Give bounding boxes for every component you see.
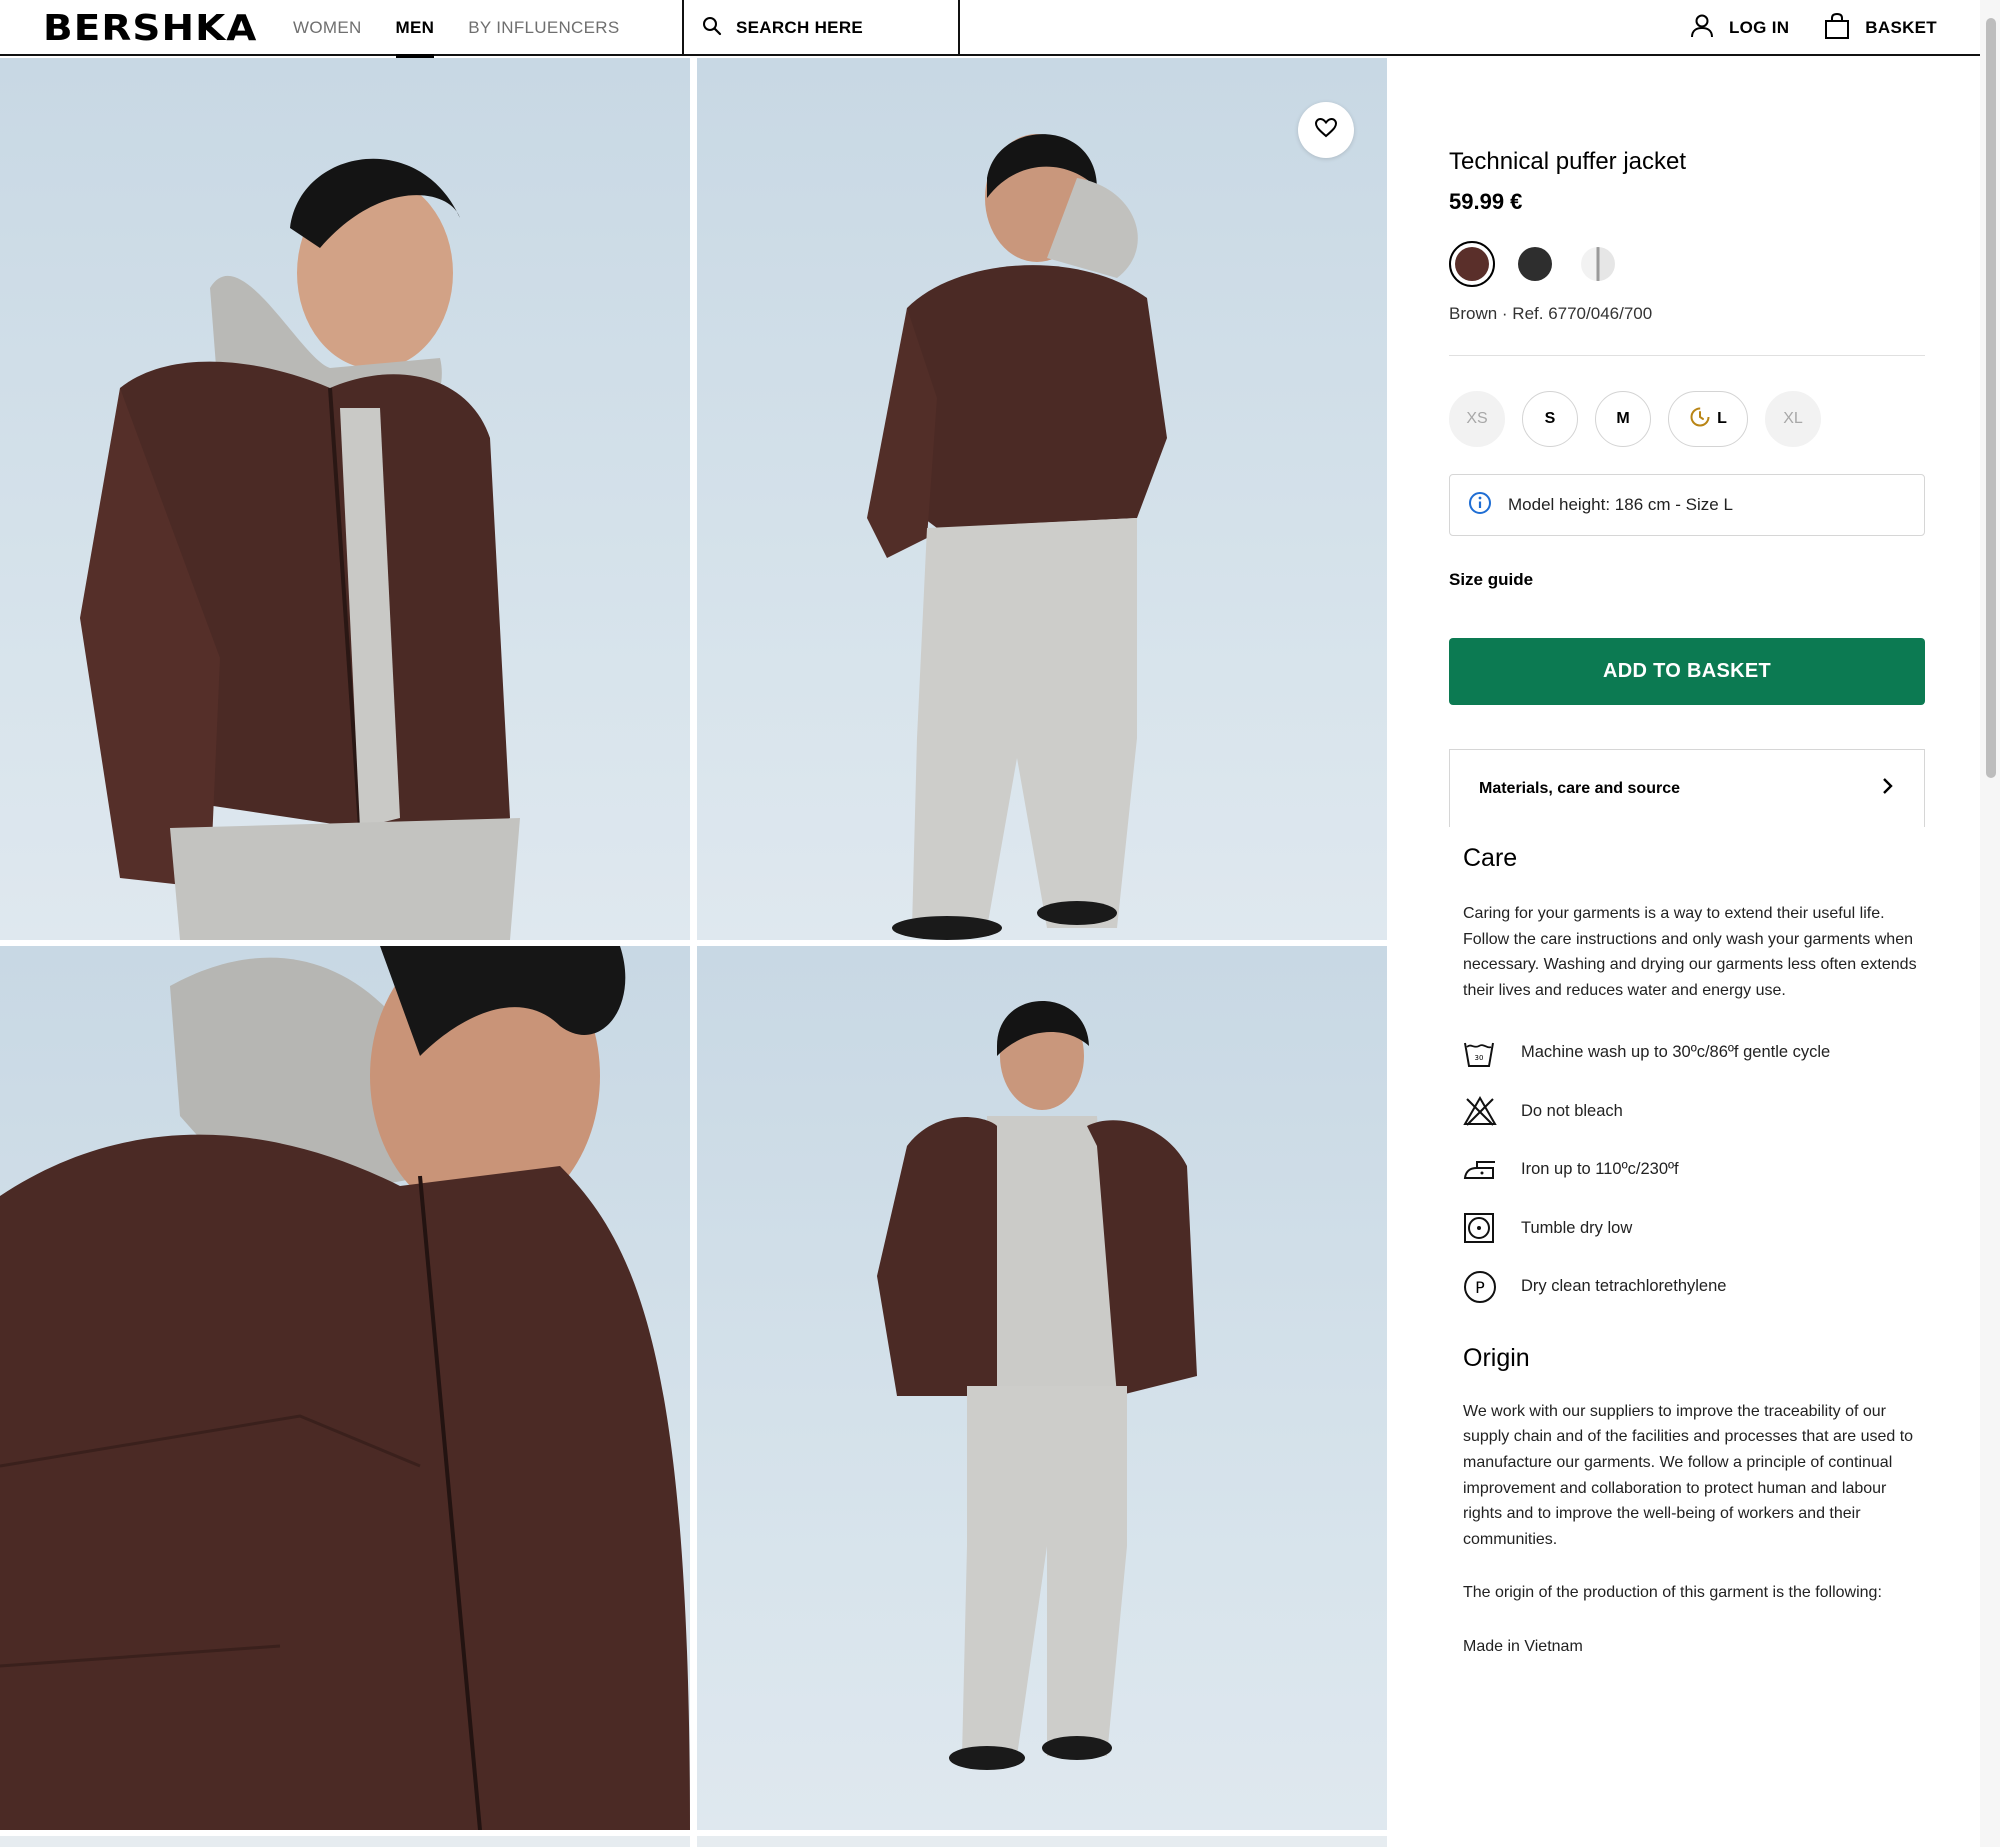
care-text-dry-clean: Dry clean tetrachlorethylene: [1521, 1277, 1727, 1296]
nav-women[interactable]: WOMEN: [293, 0, 362, 56]
scrollbar[interactable]: [1980, 0, 2000, 1847]
size-guide-link[interactable]: Size guide: [1449, 570, 1533, 590]
materials-care-source-button[interactable]: Materials, care and source: [1449, 749, 1925, 827]
add-to-basket-button[interactable]: ADD TO BASKET: [1449, 638, 1925, 705]
color-swatch-black[interactable]: [1512, 241, 1558, 287]
care-text-wash: Machine wash up to 30ºc/86ºf gentle cycl…: [1521, 1043, 1831, 1062]
svg-text:30: 30: [1475, 1054, 1484, 1062]
color-swatch-white-grey[interactable]: [1575, 241, 1621, 287]
nav-men[interactable]: MEN: [395, 0, 435, 58]
product-title: Technical puffer jacket: [1449, 148, 1687, 175]
product-photo-3[interactable]: [0, 946, 690, 1830]
care-text-iron: Iron up to 110ºc/230ºf: [1521, 1160, 1679, 1179]
size-selector: XS S M L XL: [1449, 391, 1821, 447]
care-text-bleach: Do not bleach: [1521, 1101, 1623, 1120]
dry-clean-icon: P: [1463, 1270, 1521, 1304]
basket-label: BASKET: [1865, 18, 1937, 37]
favorite-button[interactable]: [1298, 102, 1354, 158]
user-icon: [1689, 13, 1715, 44]
chevron-right-icon: [1882, 777, 1894, 800]
do-not-bleach-icon: [1463, 1095, 1521, 1127]
size-xl[interactable]: XL: [1765, 391, 1821, 447]
search-placeholder: SEARCH HERE: [736, 18, 864, 37]
basket-icon: [1823, 12, 1851, 45]
size-xs[interactable]: XS: [1449, 391, 1505, 447]
origin-text: We work with our suppliers to improve th…: [1463, 1402, 1914, 1548]
size-l[interactable]: L: [1668, 391, 1748, 447]
main-nav: WOMEN MEN BY INFLUENCERS: [293, 0, 620, 58]
product-photo-4[interactable]: [697, 946, 1387, 1830]
header-actions: LOG IN BASKET: [1689, 0, 1937, 56]
brand-logo[interactable]: BERSHKA: [43, 8, 257, 49]
color-selector: [1449, 241, 1621, 287]
materials-label: Materials, care and source: [1479, 779, 1680, 797]
model-info-text: Model height: 186 cm - Size L: [1508, 495, 1733, 514]
product-photo-1[interactable]: [0, 58, 690, 940]
care-item: 30 Machine wash up to 30ºc/86ºf gentle c…: [1463, 1023, 1923, 1082]
care-item: Iron up to 110ºc/230ºf: [1463, 1140, 1923, 1199]
care-section: Care Caring for your garments is a way t…: [1463, 844, 1923, 1660]
size-s[interactable]: S: [1522, 391, 1578, 447]
origin-production: The origin of the production of this gar…: [1463, 1584, 1882, 1602]
next-photo-preview-left: [0, 1836, 690, 1847]
divider: [1449, 355, 1925, 356]
site-header: BERSHKA WOMEN MEN BY INFLUENCERS SEARCH …: [0, 0, 1980, 58]
care-item: Do not bleach: [1463, 1082, 1923, 1141]
product-photo-2[interactable]: [697, 58, 1387, 940]
nav-by-influencers[interactable]: BY INFLUENCERS: [468, 0, 619, 56]
care-instructions: 30 Machine wash up to 30ºc/86ºf gentle c…: [1463, 1023, 1923, 1316]
iron-icon: [1463, 1158, 1521, 1182]
product-price: 59.99 €: [1449, 189, 1523, 214]
color-swatch-brown[interactable]: [1449, 241, 1495, 287]
care-text: Caring for your garments is a way to ext…: [1463, 905, 1917, 999]
scrollbar-thumb[interactable]: [1986, 18, 1996, 778]
search-icon: [702, 16, 722, 41]
machine-wash-icon: 30: [1463, 1037, 1521, 1069]
size-l-label: L: [1717, 410, 1727, 427]
tumble-dry-icon: [1463, 1212, 1521, 1244]
size-m[interactable]: M: [1595, 391, 1651, 447]
care-title: Care: [1463, 844, 1518, 872]
search-box[interactable]: SEARCH HERE: [682, 0, 960, 56]
model-info: Model height: 186 cm - Size L: [1449, 474, 1925, 536]
login-link[interactable]: LOG IN: [1689, 13, 1789, 44]
origin-title: Origin: [1463, 1343, 1530, 1372]
origin-country: Made in Vietnam: [1463, 1638, 1583, 1656]
login-label: LOG IN: [1728, 18, 1790, 37]
care-text-tumble: Tumble dry low: [1521, 1218, 1633, 1237]
heart-icon: [1314, 117, 1338, 143]
color-reference: Brown · Ref. 6770/046/700: [1449, 304, 1653, 323]
basket-link[interactable]: BASKET: [1823, 12, 1937, 45]
info-icon: [1468, 491, 1492, 520]
next-photo-preview-right: [697, 1836, 1387, 1847]
care-item: P Dry clean tetrachlorethylene: [1463, 1257, 1923, 1316]
svg-text:P: P: [1475, 1278, 1485, 1297]
clock-icon: [1689, 406, 1711, 433]
care-item: Tumble dry low: [1463, 1199, 1923, 1258]
